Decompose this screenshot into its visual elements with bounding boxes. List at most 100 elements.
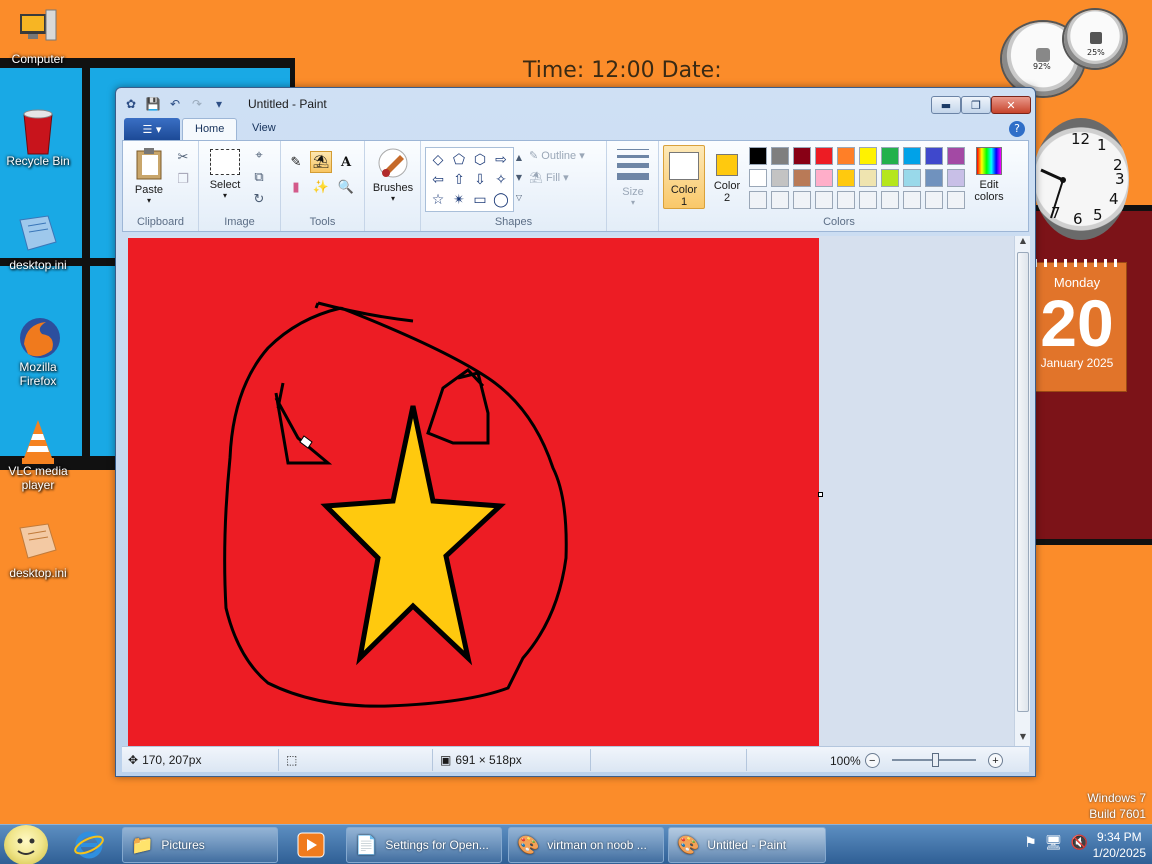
zoom-out-icon[interactable]: − [864,753,880,768]
left-arrow-shape-icon[interactable]: ⇦ [428,170,448,189]
paint-window[interactable]: ✿ 💾 ↶ ↷ ▾ Untitled - Paint ▬ ❐ ✕ ☰ ▾ Hom… [115,87,1036,777]
callout-rect-shape-icon[interactable]: ▭ [470,190,490,209]
eraser-icon[interactable]: ▮ [285,176,307,198]
paint-menu-button[interactable]: ☰ ▾ [124,118,180,140]
desktop-icon-desktop-ini-1[interactable]: desktop.ini [0,212,76,272]
palette-swatch[interactable] [947,169,965,187]
canvas-resize-handle[interactable] [818,492,823,497]
palette-swatch[interactable] [903,169,921,187]
palette-swatch[interactable] [859,169,877,187]
maximize-button[interactable]: ❐ [961,96,991,114]
taskbar-paint[interactable]: 🎨 Untitled - Paint [668,827,826,863]
palette-swatch[interactable] [881,169,899,187]
desktop-icon-firefox[interactable]: Mozilla Firefox [0,314,76,388]
scroll-up-icon[interactable]: ▲ [1015,236,1031,250]
zoom-slider[interactable] [892,753,976,767]
color2-button[interactable]: Color 2 [707,145,747,209]
rotate-icon[interactable]: ↻ [249,189,269,209]
magnifier-icon[interactable]: 🔍 [335,176,357,198]
hexagon-shape-icon[interactable]: ⬡ [470,150,490,169]
start-button[interactable] [4,825,48,864]
six-point-star-shape-icon[interactable]: ✴ [449,190,469,209]
taskbar-settings[interactable]: 📄 Settings for Open... [346,827,502,863]
shapes-more-icon[interactable]: ▽ [509,187,529,207]
vertical-scrollbar[interactable]: ▲ ▼ [1014,236,1030,746]
customize-qat-icon[interactable]: ▾ [210,95,228,113]
palette-swatch[interactable] [903,147,921,165]
paint-app-icon[interactable]: ✿ [122,95,140,113]
palette-swatch[interactable] [837,169,855,187]
crop-icon[interactable]: ⌖ [249,145,269,165]
action-center-flag-icon[interactable]: ⚑ [1024,835,1037,851]
resize-icon[interactable]: ⧉ [249,167,269,187]
tab-home[interactable]: Home [182,118,238,141]
palette-swatch[interactable] [749,191,767,209]
callout-oval-shape-icon[interactable]: ◯ [491,190,511,209]
media-player-pin[interactable] [284,827,338,863]
close-button[interactable]: ✕ [991,96,1031,114]
five-point-star-shape-icon[interactable]: ☆ [428,190,448,209]
copy-icon[interactable]: ❐ [173,169,193,189]
palette-swatch[interactable] [947,147,965,165]
palette-swatch[interactable] [947,191,965,209]
palette-swatch[interactable] [925,191,943,209]
paste-button[interactable]: Paste ▾ [129,147,169,205]
palette-swatch[interactable] [793,191,811,209]
color-picker-icon[interactable]: ✨ [310,176,332,198]
palette-swatch[interactable] [837,191,855,209]
palette-swatch[interactable] [793,147,811,165]
edit-colors-button[interactable]: Edit colors [969,145,1009,203]
four-point-star-shape-icon[interactable]: ✧ [491,170,511,189]
desktop-icon-vlc[interactable]: VLC media player [0,418,76,492]
clock-gadget[interactable]: 12 1 2 3 4 5 6 7 [1033,118,1129,240]
memory-meter-gadget[interactable]: 25% [1064,10,1126,68]
taskbar-pictures[interactable]: 📁 Pictures [122,827,278,863]
palette-swatch[interactable] [793,169,811,187]
palette-swatch[interactable] [771,169,789,187]
taskbar-virtman[interactable]: 🎨 virtman on noob ... [508,827,664,863]
palette-swatch[interactable] [771,191,789,209]
shapes-scroll-down-icon[interactable]: ▼ [509,167,529,187]
zoom-slider-knob[interactable] [932,753,939,767]
brushes-button[interactable]: Brushes ▾ [369,147,417,203]
minimize-button[interactable]: ▬ [931,96,961,114]
right-arrow-shape-icon[interactable]: ⇨ [491,150,511,169]
outline-dropdown[interactable]: ✎ Outline ▾ [529,149,585,162]
palette-swatch[interactable] [859,191,877,209]
palette-swatch[interactable] [815,169,833,187]
palette-swatch[interactable] [837,147,855,165]
canvas-workarea[interactable] [128,236,1014,748]
select-button[interactable]: Select ▾ [205,149,245,200]
color1-button[interactable]: Color 1 [663,145,705,209]
internet-explorer-pin[interactable] [62,827,116,863]
size-button[interactable]: Size ▾ [613,147,653,207]
drawing-canvas[interactable] [128,238,819,746]
fill-bucket-icon[interactable]: ⛱ [310,151,332,173]
up-arrow-shape-icon[interactable]: ⇧ [449,170,469,189]
palette-swatch[interactable] [881,147,899,165]
pencil-icon[interactable]: ✎ [285,151,307,173]
tab-view[interactable]: View [240,118,288,141]
undo-icon[interactable]: ↶ [166,95,184,113]
palette-swatch[interactable] [925,147,943,165]
scroll-down-icon[interactable]: ▼ [1015,732,1031,746]
text-tool-icon[interactable]: A [335,151,357,173]
palette-swatch[interactable] [749,147,767,165]
palette-swatch[interactable] [903,191,921,209]
shapes-gallery[interactable]: ◇ ⬠ ⬡ ⇨ ⇦ ⇧ ⇩ ✧ ☆ ✴ ▭ ◯ [425,147,514,212]
save-icon[interactable]: 💾 [144,95,162,113]
desktop-icon-desktop-ini-2[interactable]: desktop.ini [0,520,76,580]
help-icon[interactable]: ? [1009,121,1025,137]
cut-icon[interactable]: ✂ [173,147,193,167]
network-icon[interactable]: 🖥 [1045,835,1063,851]
fill-dropdown[interactable]: ⛱ Fill ▾ [529,171,569,184]
calendar-gadget[interactable]: Monday 20 January 2025 [1027,259,1127,392]
down-arrow-shape-icon[interactable]: ⇩ [470,170,490,189]
palette-swatch[interactable] [925,169,943,187]
desktop-icon-recycle-bin[interactable]: Recycle Bin [0,108,76,168]
shapes-scroll-up-icon[interactable]: ▲ [509,147,529,167]
pentagon-shape-icon[interactable]: ⬠ [449,150,469,169]
redo-icon[interactable]: ↷ [188,95,206,113]
palette-swatch[interactable] [771,147,789,165]
taskbar-clock[interactable]: 9:34 PM 1/20/2025 [1093,829,1146,861]
